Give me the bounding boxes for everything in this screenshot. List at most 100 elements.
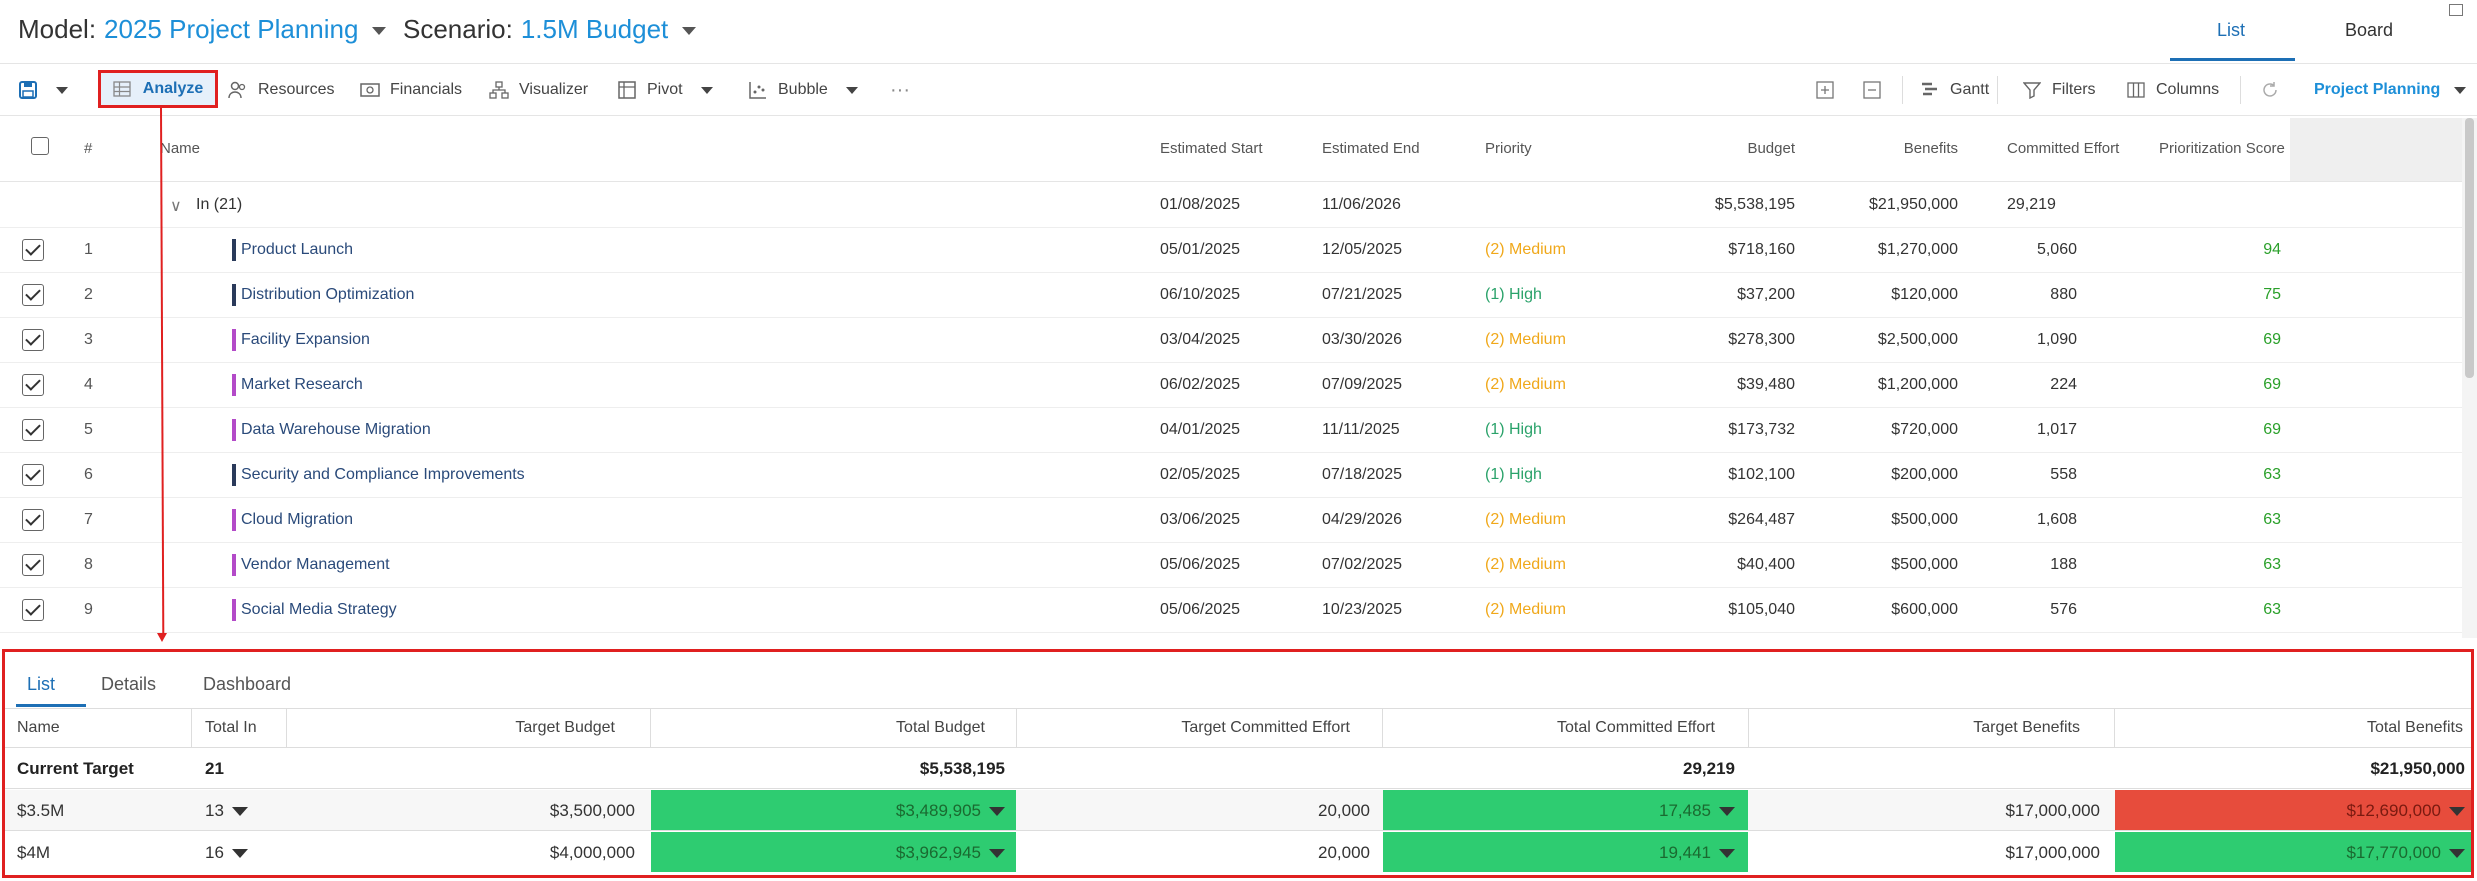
- table-row[interactable]: 3 Facility Expansion 03/04/2025 03/30/2026 (…: [0, 318, 2462, 363]
- row-checkbox[interactable]: [22, 509, 44, 531]
- chevron-down-icon[interactable]: [700, 86, 713, 94]
- caret-down-icon[interactable]: [231, 849, 248, 859]
- scenario-selector[interactable]: Scenario: 1.5M Budget: [403, 14, 697, 45]
- chevron-down-icon[interactable]: [372, 26, 387, 35]
- row-checkbox[interactable]: [22, 329, 44, 351]
- project-name-link[interactable]: Security and Compliance Improvements: [241, 466, 525, 484]
- project-name-link[interactable]: Social Media Strategy: [241, 601, 397, 619]
- row-checkbox[interactable]: [22, 419, 44, 441]
- project-name-link[interactable]: Market Research: [241, 376, 363, 394]
- scenario-value[interactable]: 1.5M Budget: [521, 14, 668, 45]
- table-row[interactable]: 5 Data Warehouse Migration 04/01/2025 11/11…: [0, 408, 2462, 453]
- table-row[interactable]: 2 Distribution Optimization 06/10/2025 07/2…: [0, 273, 2462, 318]
- column-header-committed-effort[interactable]: Committed Effort: [2007, 140, 2119, 157]
- table-row[interactable]: 6 Security and Compliance Improvements 02/…: [0, 453, 2462, 498]
- chevron-down-icon[interactable]: ∨: [170, 196, 182, 216]
- panel-col-total-budget[interactable]: Total Budget: [655, 719, 985, 737]
- more-button[interactable]: ···: [890, 64, 910, 116]
- bubble-button[interactable]: Bubble: [748, 64, 858, 116]
- column-header-name[interactable]: Name: [160, 140, 200, 157]
- panel-col-total-effort[interactable]: Total Committed Effort: [1385, 719, 1715, 737]
- project-name-link[interactable]: Data Warehouse Migration: [241, 421, 431, 439]
- caret-down-icon[interactable]: [2449, 849, 2465, 859]
- caret-down-icon[interactable]: [1719, 849, 1735, 859]
- target-total-budget[interactable]: $3,489,905: [655, 801, 1005, 821]
- collapse-all-button[interactable]: [1862, 64, 1892, 116]
- project-name-link[interactable]: Product Launch: [241, 241, 353, 259]
- caret-down-icon[interactable]: [1719, 807, 1735, 817]
- pivot-button[interactable]: Pivot: [617, 64, 713, 116]
- model-value[interactable]: 2025 Project Planning: [104, 14, 358, 45]
- table-row[interactable]: 8 Vendor Management 05/06/2025 07/02/2025 (2…: [0, 543, 2462, 588]
- panel-col-target-benefits[interactable]: Target Benefits: [1745, 719, 2080, 737]
- table-row[interactable]: 7 Cloud Migration 03/06/2025 04/29/2026 (2) …: [0, 498, 2462, 543]
- column-header-number[interactable]: #: [84, 140, 92, 157]
- project-name-link[interactable]: Facility Expansion: [241, 331, 370, 349]
- chevron-down-icon[interactable]: [845, 86, 858, 94]
- row-checkbox[interactable]: [22, 284, 44, 306]
- financials-button[interactable]: Financials: [360, 64, 462, 116]
- select-all-checkbox[interactable]: [31, 137, 49, 155]
- filters-button[interactable]: Filters: [2022, 64, 2096, 116]
- target-total-budget[interactable]: $3,962,945: [655, 843, 1005, 863]
- row-checkbox[interactable]: [22, 599, 44, 621]
- table-row[interactable]: 1 Product Launch 05/01/2025 12/05/2025 (2) M…: [0, 228, 2462, 273]
- column-header-estimated-end[interactable]: Estimated End: [1322, 140, 1420, 157]
- target-total-in[interactable]: 13: [205, 801, 248, 821]
- panel-tab-dashboard[interactable]: Dashboard: [203, 674, 291, 695]
- group-row[interactable]: ∨ In (21) 01/08/2025 11/06/2026 $5,538,1…: [0, 183, 2462, 228]
- row-checkbox[interactable]: [22, 374, 44, 396]
- table-row[interactable]: 4 Market Research 06/02/2025 07/09/2025 (2) …: [0, 363, 2462, 408]
- table-row[interactable]: 9 Social Media Strategy 05/06/2025 10/23/20…: [0, 588, 2462, 633]
- target-total-in[interactable]: 16: [205, 843, 248, 863]
- chevron-down-icon[interactable]: [56, 86, 68, 94]
- caret-down-icon[interactable]: [2449, 807, 2465, 817]
- project-name-link[interactable]: Distribution Optimization: [241, 286, 414, 304]
- target-total-benefits[interactable]: $17,770,000: [2115, 843, 2465, 863]
- model-selector[interactable]: Model: 2025 Project Planning: [18, 14, 387, 45]
- scrollbar-thumb[interactable]: [2465, 118, 2474, 378]
- panel-col-total-in[interactable]: Total In: [205, 719, 257, 737]
- analyze-button[interactable]: Analyze: [98, 70, 218, 108]
- target-total-benefits[interactable]: $12,690,000: [2115, 801, 2465, 821]
- tab-list[interactable]: List: [2217, 20, 2245, 41]
- expand-icon[interactable]: [2449, 4, 2463, 16]
- scrollbar[interactable]: [2462, 118, 2477, 638]
- caret-down-icon[interactable]: [989, 849, 1005, 859]
- caret-down-icon[interactable]: [231, 807, 248, 817]
- column-header-priority[interactable]: Priority: [1485, 140, 1532, 157]
- row-checkbox[interactable]: [22, 554, 44, 576]
- chevron-down-icon[interactable]: [682, 26, 697, 35]
- row-checkbox[interactable]: [22, 464, 44, 486]
- panel-col-target-budget[interactable]: Target Budget: [285, 719, 615, 737]
- panel-col-total-benefits[interactable]: Total Benefits: [2115, 719, 2463, 737]
- project-name-link[interactable]: Cloud Migration: [241, 511, 353, 529]
- gantt-button[interactable]: Gantt: [1920, 64, 1989, 116]
- column-header-prioritization-score[interactable]: Prioritization Score: [2159, 140, 2285, 157]
- refresh-button[interactable]: [2260, 64, 2290, 116]
- project-planning-selector[interactable]: Project Planning: [2314, 64, 2467, 116]
- save-button[interactable]: [18, 64, 68, 116]
- panel-col-name[interactable]: Name: [17, 719, 60, 737]
- panel-row-target[interactable]: $3.5M 13 $3,500,000 $3,489,905 20,000 17…: [5, 790, 2471, 831]
- target-total-effort[interactable]: 17,485: [1385, 801, 1735, 821]
- tab-board[interactable]: Board: [2345, 20, 2393, 41]
- visualizer-button[interactable]: Visualizer: [489, 64, 588, 116]
- panel-col-target-effort[interactable]: Target Committed Effort: [1015, 719, 1350, 737]
- column-header-estimated-start[interactable]: Estimated Start: [1160, 140, 1263, 157]
- panel-row-current-target[interactable]: Current Target 21 $5,538,195 29,219 $21,…: [5, 748, 2471, 789]
- panel-tab-details[interactable]: Details: [101, 674, 156, 695]
- column-header-benefits[interactable]: Benefits: [1820, 140, 1958, 157]
- project-name-link[interactable]: Vendor Management: [241, 556, 390, 574]
- panel-row-target[interactable]: $4M 16 $4,000,000 $3,962,945 20,000 19,4…: [5, 832, 2471, 873]
- project-planning-label[interactable]: Project Planning: [2314, 81, 2440, 99]
- panel-tab-list[interactable]: List: [27, 674, 55, 695]
- caret-down-icon[interactable]: [989, 807, 1005, 817]
- target-total-effort[interactable]: 19,441: [1385, 843, 1735, 863]
- chevron-down-icon[interactable]: [2454, 86, 2467, 94]
- expand-all-button[interactable]: [1815, 64, 1845, 116]
- columns-button[interactable]: Columns: [2126, 64, 2219, 116]
- resources-button[interactable]: Resources: [228, 64, 334, 116]
- column-header-budget[interactable]: Budget: [1700, 140, 1795, 157]
- row-checkbox[interactable]: [22, 239, 44, 261]
